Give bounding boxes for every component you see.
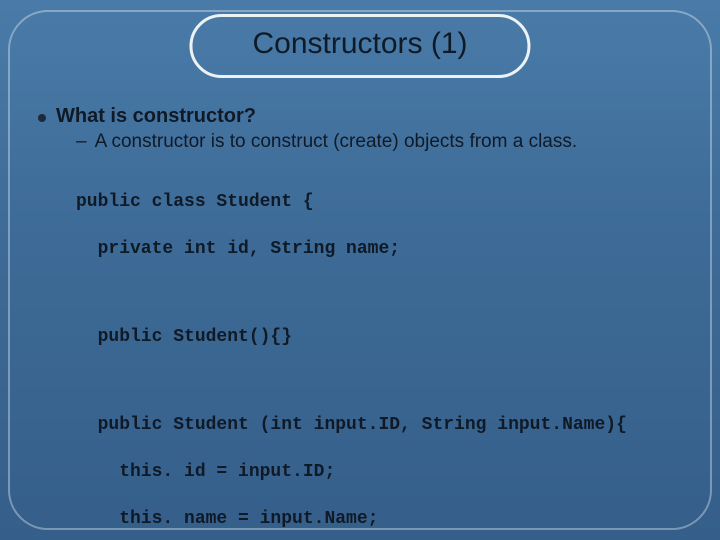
code-line: this. name = input.Name;	[76, 508, 690, 531]
code-blank-line	[76, 373, 690, 391]
code-line: public Student(){}	[76, 326, 690, 349]
bullet-level-2: – A constructor is to construct (create)…	[76, 130, 690, 154]
code-line: public Student (int input.ID, String inp…	[76, 414, 690, 437]
slide-title: Constructors (1)	[252, 27, 467, 61]
bullet-level-1: What is constructor?	[38, 105, 690, 128]
bullet-dot-icon	[38, 114, 46, 122]
code-blank-line	[76, 285, 690, 303]
title-box: Constructors (1)	[189, 14, 530, 78]
code-line: this. id = input.ID;	[76, 461, 690, 484]
dash-icon: –	[76, 130, 87, 154]
bullet-subtext: A constructor is to construct (create) o…	[95, 130, 578, 154]
code-line: private int id, String name;	[76, 238, 690, 261]
bullet-heading: What is constructor?	[56, 105, 256, 128]
slide-content: What is constructor? – A constructor is …	[38, 105, 690, 540]
code-line: public class Student {	[76, 191, 690, 214]
code-block: public class Student { private int id, S…	[76, 168, 690, 540]
